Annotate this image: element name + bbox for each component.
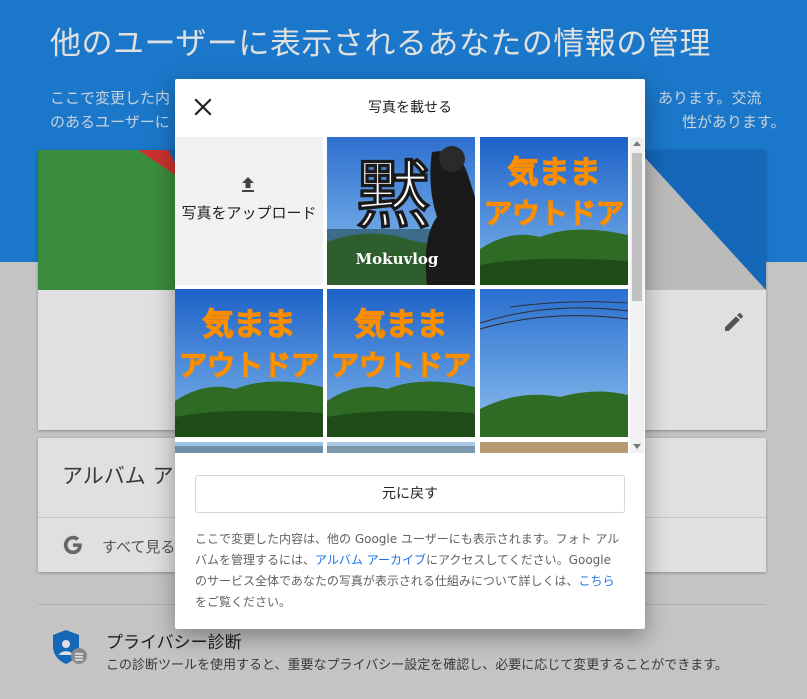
photo-tile[interactable] <box>175 442 323 453</box>
photo-partial <box>480 442 628 453</box>
photo-grid: 写真をアップロード 黙 Mokuvlog 気まま アウトドア 気まま アウトドア… <box>175 137 630 453</box>
photo-tile[interactable]: 気まま アウトドア <box>175 289 323 437</box>
album-archive-link[interactable]: アルバム アーカイブ <box>315 553 426 567</box>
learn-more-link[interactable]: こちら <box>579 574 615 588</box>
photo-sky <box>480 289 628 437</box>
upload-photo-label: 写真をアップロード <box>181 204 317 222</box>
scroll-up-arrow-icon[interactable] <box>633 141 641 146</box>
upload-icon <box>242 177 254 192</box>
photo-tile[interactable]: 気まま アウトドア <box>480 137 628 285</box>
photo-outdoor: 気まま アウトドア <box>175 289 323 437</box>
restore-button[interactable]: 元に戻す <box>195 475 625 513</box>
upload-photo-tile[interactable]: 写真をアップロード <box>175 137 323 285</box>
photo-tile[interactable] <box>480 289 628 437</box>
photo-tile[interactable] <box>480 442 628 453</box>
photo-partial <box>327 442 475 453</box>
photo-tile[interactable]: 黙 Mokuvlog <box>327 137 475 285</box>
photo-text-line2: アウトドア <box>331 349 471 382</box>
photo-sub-text: Mokuvlog <box>356 250 439 268</box>
photo-grid-scrollbar[interactable] <box>630 137 644 453</box>
photo-text-line1: 気まま <box>203 307 296 343</box>
add-photo-dialog: 写真を載せる 写真をアップロード 黙 Mokuvlog 気まま アウトドア 気ま… <box>175 79 645 629</box>
photo-partial <box>175 442 323 453</box>
photo-outdoor: 気まま アウトドア <box>327 289 475 437</box>
scroll-thumb[interactable] <box>632 153 642 301</box>
photo-text-line2: アウトドア <box>179 349 319 382</box>
photo-mokuvlog: 黙 Mokuvlog <box>327 137 475 285</box>
scroll-down-arrow-icon[interactable] <box>633 444 641 449</box>
dialog-notice: ここで変更した内容は、他の Google ユーザーにも表示されます。フォト アル… <box>195 529 625 613</box>
photo-outdoor: 気まま アウトドア <box>480 137 628 285</box>
notice-text-3: をご覧ください。 <box>195 595 292 609</box>
photo-text-line1: 気まま <box>508 155 601 191</box>
photo-big-text: 黙 <box>356 153 430 239</box>
photo-text-line2: アウトドア <box>484 197 624 230</box>
photo-tile[interactable] <box>327 442 475 453</box>
dialog-title: 写真を載せる <box>368 100 452 116</box>
photo-text-line1: 気まま <box>355 307 448 343</box>
photo-tile[interactable]: 気まま アウトドア <box>327 289 475 437</box>
